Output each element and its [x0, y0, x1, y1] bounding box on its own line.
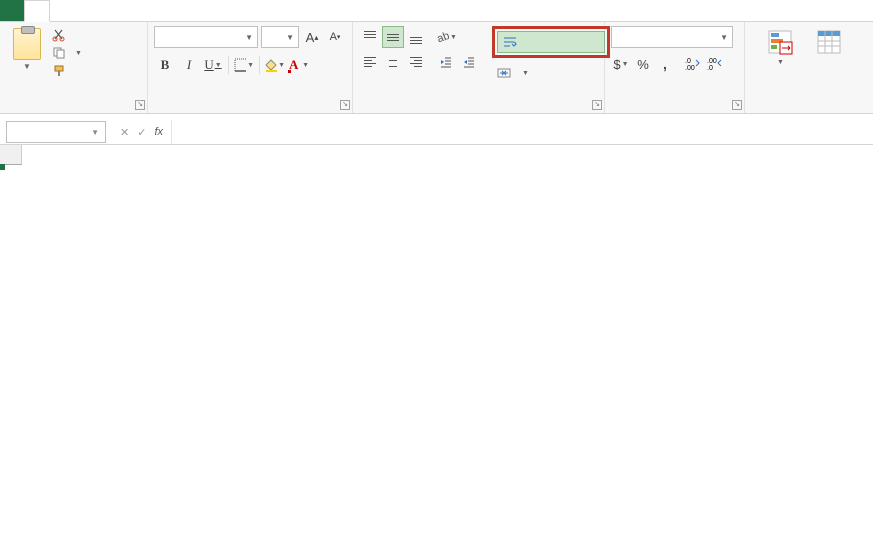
orientation-button[interactable]: ab▼ [435, 26, 457, 48]
align-middle-button[interactable] [382, 26, 404, 48]
formula-bar: ▼ ✕ ✓ fx [0, 120, 873, 145]
tab-pagelayout[interactable] [74, 0, 98, 21]
comma-format-button[interactable]: , [655, 54, 675, 74]
group-font-label [154, 108, 346, 113]
clipboard-dialog-launcher[interactable]: ↘ [135, 100, 145, 110]
align-bottom-button[interactable] [405, 26, 427, 48]
font-color-button[interactable]: A▼ [288, 54, 310, 76]
wrap-text-icon [503, 35, 517, 49]
conditional-formatting-button[interactable]: ▼ [751, 26, 809, 67]
merge-dropdown[interactable]: ▼ [522, 70, 529, 77]
tab-formulas[interactable] [98, 0, 122, 21]
underline-button[interactable]: U▼ [202, 54, 224, 76]
ribbon-tabs [0, 0, 873, 22]
svg-text:ab: ab [436, 30, 449, 44]
group-clipboard: ▼ ▼ ↘ [0, 22, 148, 113]
svg-text:.0: .0 [707, 65, 713, 71]
copy-icon [52, 46, 66, 60]
italic-button[interactable]: I [178, 54, 200, 76]
wrap-text-highlight [492, 26, 610, 58]
conditional-formatting-icon [766, 28, 794, 56]
tab-view[interactable] [170, 0, 194, 21]
group-number-label [611, 108, 738, 113]
accounting-format-button[interactable]: $▼ [611, 54, 631, 74]
cut-icon [52, 28, 66, 42]
merge-icon [497, 66, 511, 80]
enter-formula-button[interactable]: ✓ [137, 126, 146, 139]
cond-format-label2: ▼ [776, 56, 784, 67]
paste-dropdown[interactable]: ▼ [23, 62, 31, 71]
fill-color-button[interactable]: ▼ [264, 54, 286, 76]
select-all-corner[interactable] [0, 145, 22, 165]
format-painter-icon [52, 64, 66, 78]
tab-foxit[interactable] [194, 0, 218, 21]
ribbon: ▼ ▼ ↘ [0, 22, 873, 114]
cancel-formula-button[interactable]: ✕ [120, 126, 129, 139]
insert-function-button[interactable]: fx [154, 126, 163, 138]
group-font: ▼ ▼ A▴ A▾ B I U▼ ▼ ▼ A▼ ↘ [148, 22, 353, 113]
tab-review[interactable] [146, 0, 170, 21]
merge-center-button[interactable]: ▼ [492, 62, 610, 84]
paste-button[interactable]: ▼ [6, 26, 48, 71]
formula-input[interactable] [171, 120, 873, 144]
format-painter-button[interactable] [52, 64, 82, 78]
group-alignment-label [359, 108, 598, 113]
borders-button[interactable]: ▼ [233, 54, 255, 76]
number-format-combo[interactable]: ▼ [611, 26, 733, 48]
name-box[interactable]: ▼ [6, 121, 106, 143]
increase-indent-button[interactable] [458, 51, 480, 73]
increase-font-button[interactable]: A▴ [302, 27, 322, 47]
cut-button[interactable] [52, 28, 82, 42]
decrease-decimal-button[interactable]: .00.0 [705, 54, 725, 74]
align-left-button[interactable] [359, 51, 381, 73]
copy-button[interactable]: ▼ [52, 46, 82, 60]
decrease-font-button[interactable]: A▾ [325, 27, 345, 47]
selection-box [0, 165, 4, 169]
group-clipboard-label [6, 108, 141, 113]
svg-text:.00: .00 [685, 65, 695, 71]
font-name-combo[interactable]: ▼ [154, 26, 258, 48]
number-dialog-launcher[interactable]: ↘ [732, 100, 742, 110]
copy-dropdown[interactable]: ▼ [75, 50, 82, 57]
format-table-icon [815, 28, 843, 56]
svg-text:.0: .0 [685, 58, 691, 65]
tab-home[interactable] [24, 0, 50, 22]
alignment-dialog-launcher[interactable]: ↘ [592, 100, 602, 110]
column-headers [0, 145, 873, 165]
paste-icon [13, 28, 41, 60]
tab-data[interactable] [122, 0, 146, 21]
increase-decimal-button[interactable]: .0.00 [683, 54, 703, 74]
align-center-button[interactable] [382, 51, 404, 73]
group-number: ▼ $▼ % , .0.00 .00.0 ↘ [605, 22, 745, 113]
wrap-text-button[interactable] [497, 31, 605, 53]
percent-format-button[interactable]: % [633, 54, 653, 74]
align-right-button[interactable] [405, 51, 427, 73]
font-size-combo[interactable]: ▼ [261, 26, 299, 48]
font-dialog-launcher[interactable]: ↘ [340, 100, 350, 110]
group-alignment: ab ▼ [353, 22, 605, 113]
decrease-indent-button[interactable] [435, 51, 457, 73]
tab-file[interactable] [0, 0, 24, 21]
bold-button[interactable]: B [154, 54, 176, 76]
spreadsheet-grid [0, 145, 873, 165]
format-as-table-button[interactable] [809, 26, 849, 56]
group-styles: ▼ [745, 22, 873, 113]
tab-insert[interactable] [50, 0, 74, 21]
group-styles-label [751, 108, 867, 113]
svg-text:.00: .00 [707, 58, 717, 65]
align-top-button[interactable] [359, 26, 381, 48]
